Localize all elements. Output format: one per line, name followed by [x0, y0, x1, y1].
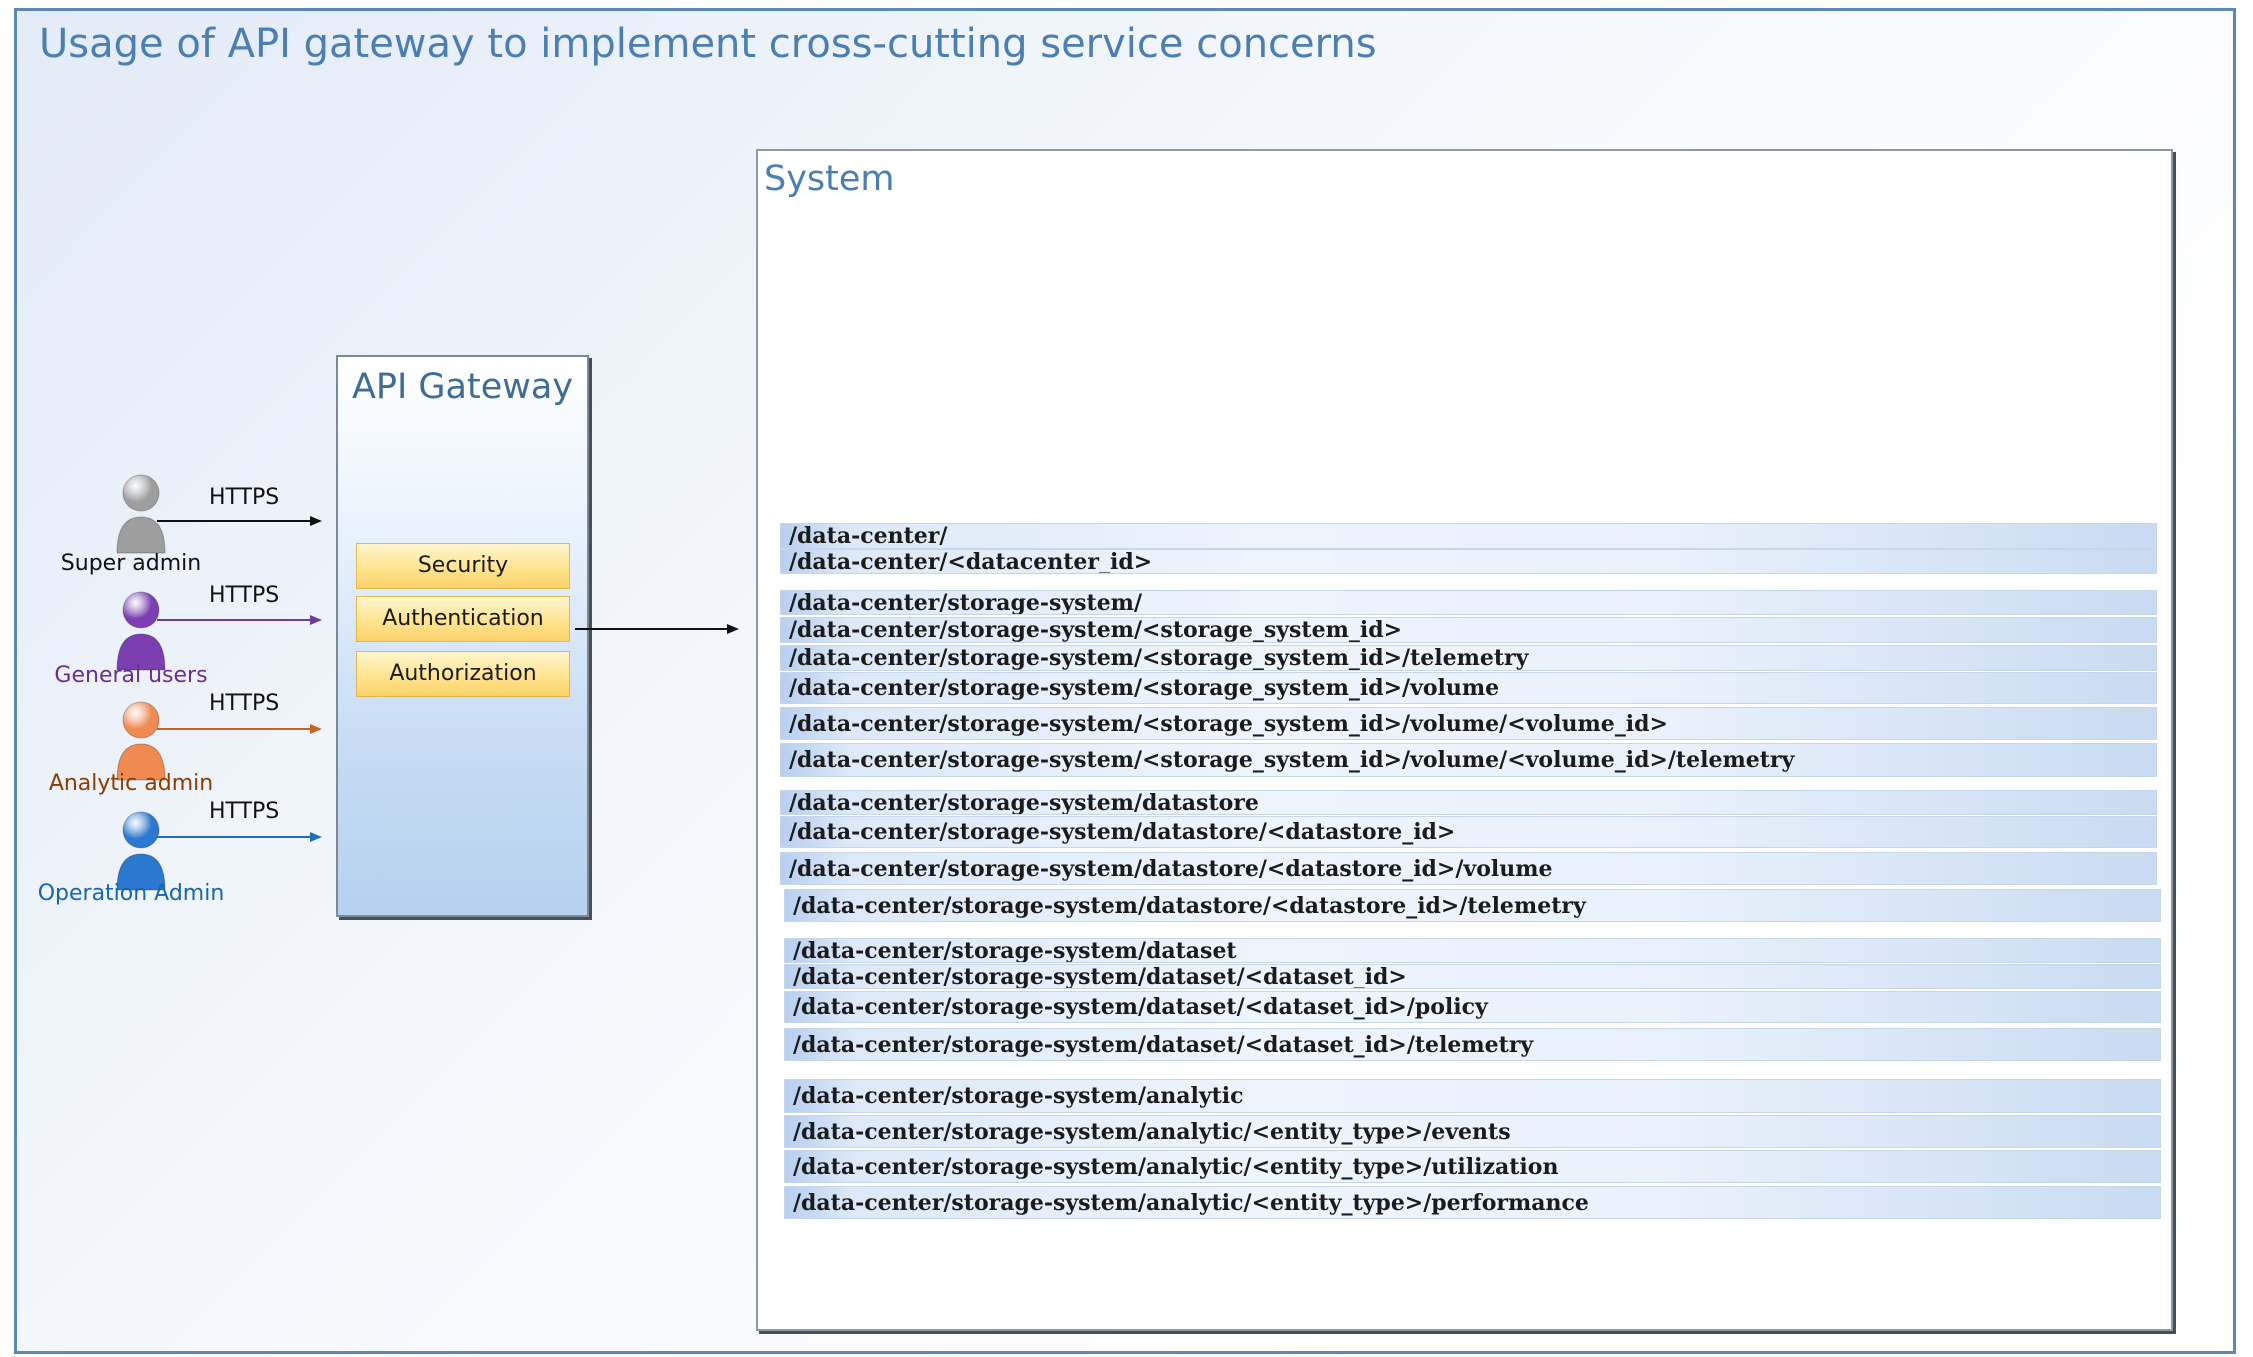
actor-connector-arrowhead — [310, 516, 322, 526]
actor-connector-arrowhead — [310, 832, 322, 842]
connectors — [157, 516, 739, 842]
actor-connector-arrowhead — [310, 615, 322, 625]
gateway-to-system-arrowhead — [727, 624, 739, 634]
diagram-canvas: Usage of API gateway to implement cross-… — [14, 8, 2236, 1354]
actor-connector-arrowhead — [310, 724, 322, 734]
